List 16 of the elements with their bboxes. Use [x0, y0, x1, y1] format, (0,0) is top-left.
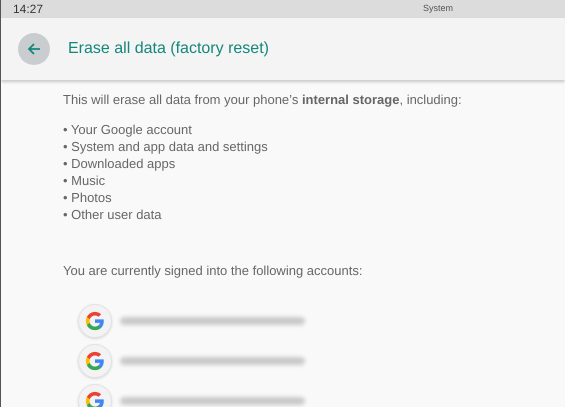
multicolor-g-icon	[84, 350, 106, 372]
list-item: • Other user data	[63, 206, 162, 222]
multicolor-g-icon	[84, 310, 106, 332]
accounts-heading: You are currently signed into the following accounts:	[63, 262, 364, 280]
list-item: • Your Google account	[63, 120, 193, 138]
list-item: • Music	[63, 172, 106, 188]
list-item: • Photos	[63, 188, 113, 206]
list-item: • Downloaded apps	[63, 154, 176, 172]
back-button[interactable]	[18, 33, 50, 65]
intro-text: This will erase all data from your phone’s internal storage, including:	[63, 91, 463, 109]
clock-text: 14:27	[13, 1, 44, 18]
page-title: Erase all data (factory reset)	[68, 39, 269, 59]
multicolor-g-icon	[84, 390, 106, 407]
list-item: • System and app data and settings	[63, 138, 269, 154]
status-label: System	[423, 2, 454, 16]
back-arrow-icon	[27, 42, 41, 56]
